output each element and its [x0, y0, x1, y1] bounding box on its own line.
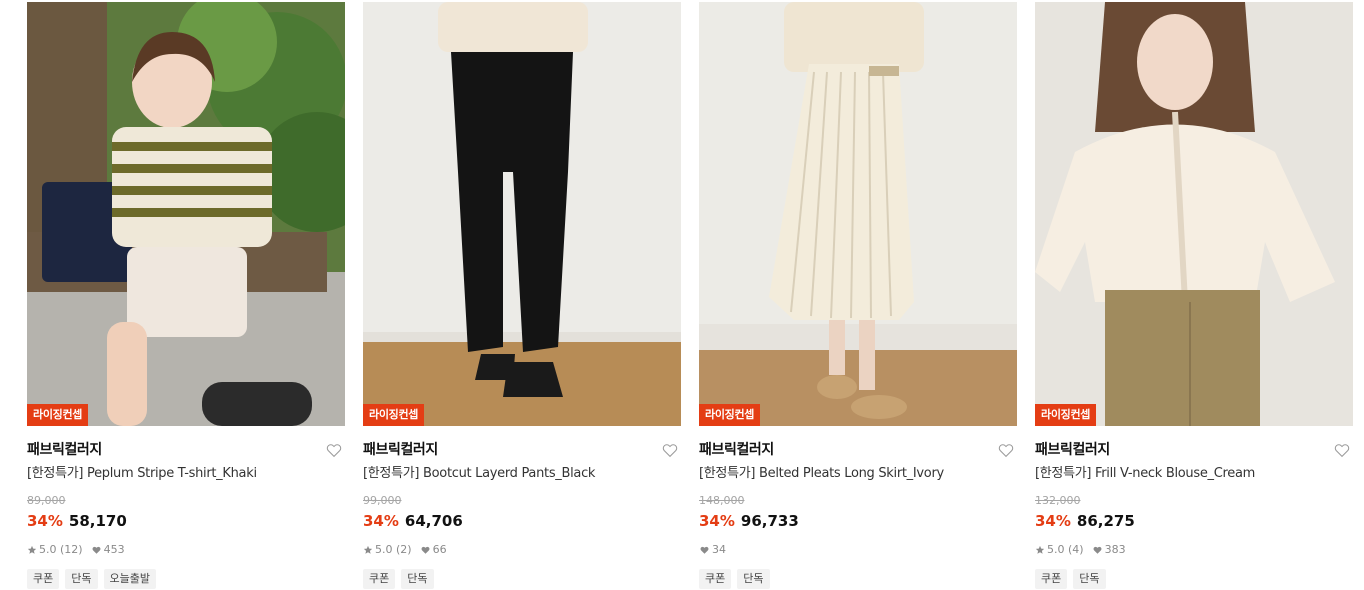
heart-outline-icon[interactable]	[325, 441, 343, 459]
product-name[interactable]: [한정특가] Peplum Stripe T-shirt_Khaki	[27, 464, 345, 484]
like-count: 383	[1104, 543, 1126, 556]
review-count: (2)	[396, 543, 412, 556]
product-image[interactable]: 라이징컨셉	[363, 2, 681, 426]
original-price: 89,000	[27, 494, 66, 507]
brand-name[interactable]: 패브릭컬러지	[699, 438, 1017, 462]
tag-coupon[interactable]: 쿠폰	[363, 569, 396, 589]
product-name[interactable]: [한정특가] Belted Pleats Long Skirt_Ivory	[699, 464, 1017, 484]
product-card[interactable]: 라이징컨셉 패브릭컬러지 [한정특가] Bootcut Layerd Pants…	[363, 2, 681, 589]
tag-exclusive[interactable]: 단독	[65, 569, 98, 589]
heart-filled-icon	[92, 546, 101, 554]
discount-rate: 34%	[363, 512, 399, 530]
tag-same-day-shipping[interactable]: 오늘출발	[103, 569, 156, 589]
like-count: 34	[712, 543, 726, 556]
rising-concept-badge: 라이징컨셉	[1035, 404, 1097, 426]
brand-name[interactable]: 패브릭컬러지	[363, 438, 681, 462]
rating-value: 5.0	[1047, 543, 1065, 556]
discount-rate: 34%	[1035, 512, 1071, 530]
original-price: 148,000	[699, 494, 745, 507]
heart-filled-icon	[421, 546, 430, 554]
product-name[interactable]: [한정특가] Frill V-neck Blouse_Cream	[1035, 464, 1353, 484]
product-image[interactable]: 라이징컨셉	[27, 2, 345, 426]
product-card[interactable]: 라이징컨셉 패브릭컬러지 [한정특가] Peplum Stripe T-shir…	[27, 2, 345, 589]
heart-outline-icon[interactable]	[661, 441, 679, 459]
tag-exclusive[interactable]: 단독	[401, 569, 434, 589]
review-count: (12)	[60, 543, 83, 556]
brand-name[interactable]: 패브릭컬러지	[27, 438, 345, 462]
rating-value: 5.0	[375, 543, 393, 556]
tag-coupon[interactable]: 쿠폰	[27, 569, 60, 589]
review-count: (4)	[1068, 543, 1084, 556]
rising-concept-badge: 라이징컨셉	[363, 404, 425, 426]
rising-concept-badge: 라이징컨셉	[699, 404, 761, 426]
product-photo	[699, 2, 1017, 426]
product-card[interactable]: 라이징컨셉 패브릭컬러지 [한정특가] Belted Pleats Long S…	[699, 2, 1017, 589]
original-price: 99,000	[363, 494, 402, 507]
sale-price: 64,706	[404, 512, 463, 530]
discount-rate: 34%	[699, 512, 735, 530]
heart-filled-icon	[1093, 546, 1102, 554]
tag-coupon[interactable]: 쿠폰	[699, 569, 732, 589]
heart-outline-icon[interactable]	[1333, 441, 1351, 459]
star-icon	[1035, 545, 1045, 554]
star-icon	[27, 545, 37, 554]
tag-exclusive[interactable]: 단독	[1073, 569, 1106, 589]
rating-value: 5.0	[39, 543, 57, 556]
product-photo	[1035, 2, 1353, 426]
brand-name[interactable]: 패브릭컬러지	[1035, 438, 1353, 462]
sale-price: 86,275	[1076, 512, 1135, 530]
discount-rate: 34%	[27, 512, 63, 530]
sale-price: 96,733	[740, 512, 799, 530]
product-image[interactable]: 라이징컨셉	[1035, 2, 1353, 426]
rising-concept-badge: 라이징컨셉	[27, 404, 89, 426]
product-photo	[363, 2, 681, 426]
sale-price: 58,170	[68, 512, 127, 530]
product-name[interactable]: [한정특가] Bootcut Layerd Pants_Black	[363, 464, 681, 484]
heart-outline-icon[interactable]	[997, 441, 1015, 459]
tag-exclusive[interactable]: 단독	[737, 569, 770, 589]
product-photo	[27, 2, 345, 426]
like-count: 453	[103, 543, 125, 556]
original-price: 132,000	[1035, 494, 1081, 507]
heart-filled-icon	[700, 546, 709, 554]
product-image[interactable]: 라이징컨셉	[699, 2, 1017, 426]
like-count: 66	[432, 543, 447, 556]
product-card[interactable]: 라이징컨셉 패브릭컬러지 [한정특가] Frill V-neck Blouse_…	[1035, 2, 1353, 589]
tag-coupon[interactable]: 쿠폰	[1035, 569, 1068, 589]
star-icon	[363, 545, 373, 554]
